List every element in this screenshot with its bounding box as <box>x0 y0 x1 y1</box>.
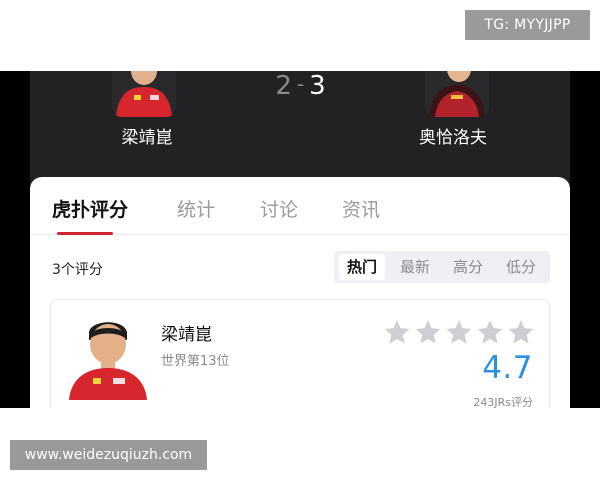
app-screenshot: 梁靖崑 2-3 奥恰洛夫 虎扑评分 统计 讨论 资讯 3个评分 热门 最新 高分… <box>0 71 600 408</box>
average-score: 4.7 <box>482 350 533 386</box>
sort-high[interactable]: 高分 <box>445 254 491 280</box>
app-screen: 梁靖崑 2-3 奥恰洛夫 虎扑评分 统计 讨论 资讯 3个评分 热门 最新 高分… <box>30 71 570 408</box>
sort-low[interactable]: 低分 <box>498 254 544 280</box>
score-left: 2 <box>275 71 293 101</box>
tab-stats[interactable]: 统计 <box>177 195 215 222</box>
score-right: 3 <box>309 71 327 101</box>
tab-hupu-rating[interactable]: 虎扑评分 <box>52 195 128 222</box>
match-score: 2-3 <box>266 71 336 101</box>
right-player-avatar[interactable] <box>425 71 489 117</box>
sort-segmented-control: 热门 最新 高分 低分 <box>334 251 550 283</box>
star-icon[interactable] <box>508 320 534 344</box>
content-card: 虎扑评分 统计 讨论 资讯 3个评分 热门 最新 高分 低分 梁靖崑 世界第13… <box>30 177 570 408</box>
star-icon[interactable] <box>384 320 410 344</box>
star-icon[interactable] <box>446 320 472 344</box>
tg-badge: TG: MYYJJPP <box>465 10 590 40</box>
player-photo <box>67 316 149 400</box>
right-player-name[interactable]: 奥恰洛夫 <box>393 123 513 148</box>
left-player-name[interactable]: 梁靖崑 <box>87 123 207 148</box>
world-rank: 世界第13位 <box>161 354 230 369</box>
sort-hot[interactable]: 热门 <box>339 254 385 280</box>
star-icon[interactable] <box>415 320 441 344</box>
rating-list-item[interactable]: 梁靖崑 世界第13位 4.7 243JRs评分 <box>50 299 550 408</box>
player-name: 梁靖崑 <box>161 325 212 345</box>
site-watermark: www.weidezuqiuzh.com <box>10 440 207 470</box>
rater-count: 243JRs评分 <box>473 396 533 408</box>
tab-bar: 虎扑评分 统计 讨论 资讯 <box>30 177 570 235</box>
active-tab-indicator <box>57 232 113 235</box>
score-separator: - <box>296 72 306 96</box>
star-rating[interactable] <box>383 318 543 346</box>
tab-discussion[interactable]: 讨论 <box>260 195 298 222</box>
rating-count: 3个评分 <box>52 262 103 278</box>
star-icon[interactable] <box>477 320 503 344</box>
left-player-avatar[interactable] <box>112 71 176 117</box>
tab-news[interactable]: 资讯 <box>342 195 380 222</box>
sort-latest[interactable]: 最新 <box>392 254 438 280</box>
